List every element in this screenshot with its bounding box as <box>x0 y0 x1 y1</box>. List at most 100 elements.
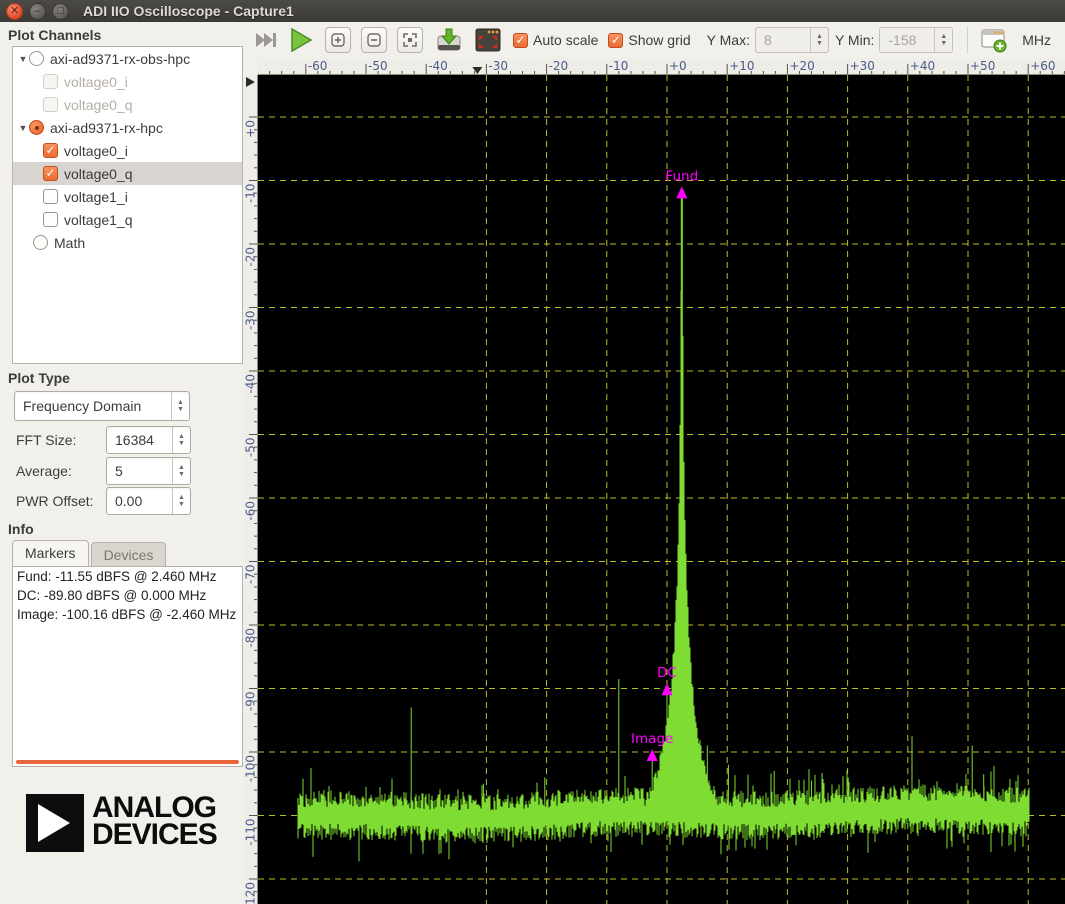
svg-text:+60: +60 <box>1030 59 1055 73</box>
svg-text:-30: -30 <box>488 59 508 73</box>
tree-label: voltage1_q <box>64 211 133 228</box>
tree-row-voltage0_q[interactable]: ✓ voltage0_q <box>13 162 242 185</box>
window-close-button[interactable]: ✕ <box>6 2 23 20</box>
pwr-offset-label: PWR Offset: <box>16 493 94 509</box>
zoom-out-button[interactable] <box>361 27 387 53</box>
y-max-spinbox[interactable]: 8 ▲ ▼ <box>754 27 829 53</box>
capture-single-icon[interactable] <box>254 31 278 49</box>
svg-text:-20: -20 <box>549 59 569 73</box>
math-radio[interactable] <box>33 235 48 250</box>
y-max-value: 8 <box>763 32 772 48</box>
fft-plot[interactable]: Fund DC Image <box>258 75 1065 904</box>
fullscreen-button[interactable] <box>475 28 501 52</box>
marker-readout-image: Image: -100.16 dBFS @ -2.460 MHz <box>17 607 237 622</box>
channel-tree[interactable]: ▼ axi-ad9371-rx-obs-hpc voltage0_i voltage0… <box>12 46 243 364</box>
channel-checkbox[interactable] <box>43 97 58 112</box>
save-icon <box>437 28 461 51</box>
tree-row-voltage0_q[interactable]: voltage0_q <box>13 93 242 116</box>
svg-text:-110: -110 <box>244 819 258 846</box>
new-plot-button[interactable] <box>980 27 1008 53</box>
marker-fund-arrow <box>676 186 688 199</box>
channel-checkbox[interactable] <box>43 189 58 204</box>
tree-row-axi-ad9371-rx-obs-hpc[interactable]: ▼ axi-ad9371-rx-obs-hpc <box>13 47 242 70</box>
spin-arrows-icon[interactable]: ▲ ▼ <box>934 28 952 52</box>
fft-size-combo[interactable]: 16384 ▲ ▼ <box>106 426 191 454</box>
combo-arrows-icon[interactable]: ▲ ▼ <box>172 427 190 453</box>
svg-text:-40: -40 <box>428 59 448 73</box>
marker-readout-dc: DC: -89.80 dBFS @ 0.000 MHz <box>17 588 207 603</box>
window-title: ADI IIO Oscilloscope - Capture1 <box>83 3 294 19</box>
info-heading: Info <box>8 521 34 537</box>
unit-label: MHz <box>1022 32 1051 48</box>
expander-icon[interactable]: ▼ <box>17 54 29 64</box>
average-spinbox[interactable]: 5 ▲ ▼ <box>106 457 191 485</box>
tree-label: voltage1_i <box>64 188 128 205</box>
average-value: 5 <box>115 463 123 479</box>
window-maximize-button[interactable]: □ <box>52 2 69 20</box>
play-button[interactable] <box>289 28 313 52</box>
window-minimize-button[interactable]: – <box>29 2 46 20</box>
svg-text:+30: +30 <box>850 59 875 73</box>
channel-checkbox[interactable]: ✓ <box>43 166 58 181</box>
vertical-ruler[interactable]: +0 -10 -20 -30 -40 -50 -60 -70 -80 -90 -100 -110 -12… <box>244 75 258 904</box>
ruler-cursor-marker <box>246 77 255 87</box>
logo-line1: ANALOG <box>92 791 217 824</box>
pwr-offset-spinbox[interactable]: 0.00 ▲ ▼ <box>106 487 191 515</box>
plot-type-heading: Plot Type <box>8 370 70 386</box>
info-tabs: Markers Devices <box>12 540 167 566</box>
checkbox-checked-icon[interactable]: ✓ <box>513 32 528 48</box>
combo-arrows-icon[interactable]: ▲ ▼ <box>171 392 189 420</box>
channel-checkbox[interactable]: ✓ <box>43 143 58 158</box>
svg-text:-100: -100 <box>244 755 258 782</box>
spin-arrows-icon[interactable]: ▲ ▼ <box>809 28 828 52</box>
tree-row-voltage0_i[interactable]: ✓ voltage0_i <box>13 139 242 162</box>
svg-text:-10: -10 <box>609 59 629 73</box>
channel-checkbox[interactable] <box>43 74 58 89</box>
markers-info-box[interactable]: Fund: -11.55 dBFS @ 2.460 MHz DC: -89.80… <box>12 566 243 767</box>
capture-toolbar: ✓ Auto scale ✓ Show grid Y Max: 8 ▲ ▼ Y M… <box>244 22 1065 58</box>
y-max-label: Y Max: <box>706 32 750 48</box>
new-plot-icon <box>981 29 1007 53</box>
analog-devices-triangle-icon <box>26 794 84 852</box>
tree-label: voltage0_q <box>64 96 133 113</box>
zoom-fit-button[interactable] <box>397 27 423 53</box>
device-radio[interactable] <box>29 120 44 135</box>
tree-row-voltage1_q[interactable]: voltage1_q <box>13 208 242 231</box>
tree-row-voltage0_i[interactable]: voltage0_i <box>13 70 242 93</box>
channel-checkbox[interactable] <box>43 212 58 227</box>
marker-dc-label: DC <box>657 665 677 681</box>
expander-icon[interactable]: ▼ <box>17 123 29 133</box>
zoom-in-button[interactable] <box>325 27 351 53</box>
save-button[interactable] <box>435 26 463 54</box>
zoom-out-icon <box>367 33 381 47</box>
device-radio[interactable] <box>29 51 44 66</box>
svg-text:+10: +10 <box>729 59 754 73</box>
logo-line2: DEVICES <box>92 818 218 851</box>
tree-row-math[interactable]: Math <box>13 231 242 254</box>
spin-arrows-icon[interactable]: ▲ ▼ <box>172 458 190 484</box>
tree-row-axi-ad9371-rx-hpc[interactable]: ▼ axi-ad9371-rx-hpc <box>13 116 242 139</box>
y-min-label: Y Min: <box>834 32 875 48</box>
tab-markers[interactable]: Markers <box>12 540 89 566</box>
tree-label: axi-ad9371-rx-obs-hpc <box>50 50 191 67</box>
tab-devices[interactable]: Devices <box>90 542 167 566</box>
auto-scale-label: Auto scale <box>533 32 599 48</box>
horizontal-ruler[interactable]: 0-60-50-40-30-20-10+0+10+20+30+40+50+60 <box>258 58 1065 75</box>
tree-label: voltage0_q <box>64 165 133 182</box>
show-grid-checkbox[interactable]: ✓ Show grid <box>608 32 691 48</box>
auto-scale-checkbox[interactable]: ✓ Auto scale <box>513 32 598 48</box>
marker-image-arrow <box>646 749 658 762</box>
y-min-spinbox[interactable]: -158 ▲ ▼ <box>879 27 954 53</box>
horizontal-scrollbar[interactable] <box>16 760 239 764</box>
spin-arrows-icon[interactable]: ▲ ▼ <box>172 488 190 514</box>
marker-dc-arrow <box>661 683 673 696</box>
fft-size-label: FFT Size: <box>16 432 77 448</box>
fft-size-value: 16384 <box>115 432 154 448</box>
checkbox-checked-icon[interactable]: ✓ <box>608 32 624 48</box>
show-grid-label: Show grid <box>628 32 691 48</box>
plot-type-combo[interactable]: Frequency Domain ▲ ▼ <box>14 391 190 421</box>
svg-text:+20: +20 <box>789 59 814 73</box>
tree-row-voltage1_i[interactable]: voltage1_i <box>13 185 242 208</box>
tree-label: voltage0_i <box>64 73 128 90</box>
svg-text:+40: +40 <box>910 59 935 73</box>
